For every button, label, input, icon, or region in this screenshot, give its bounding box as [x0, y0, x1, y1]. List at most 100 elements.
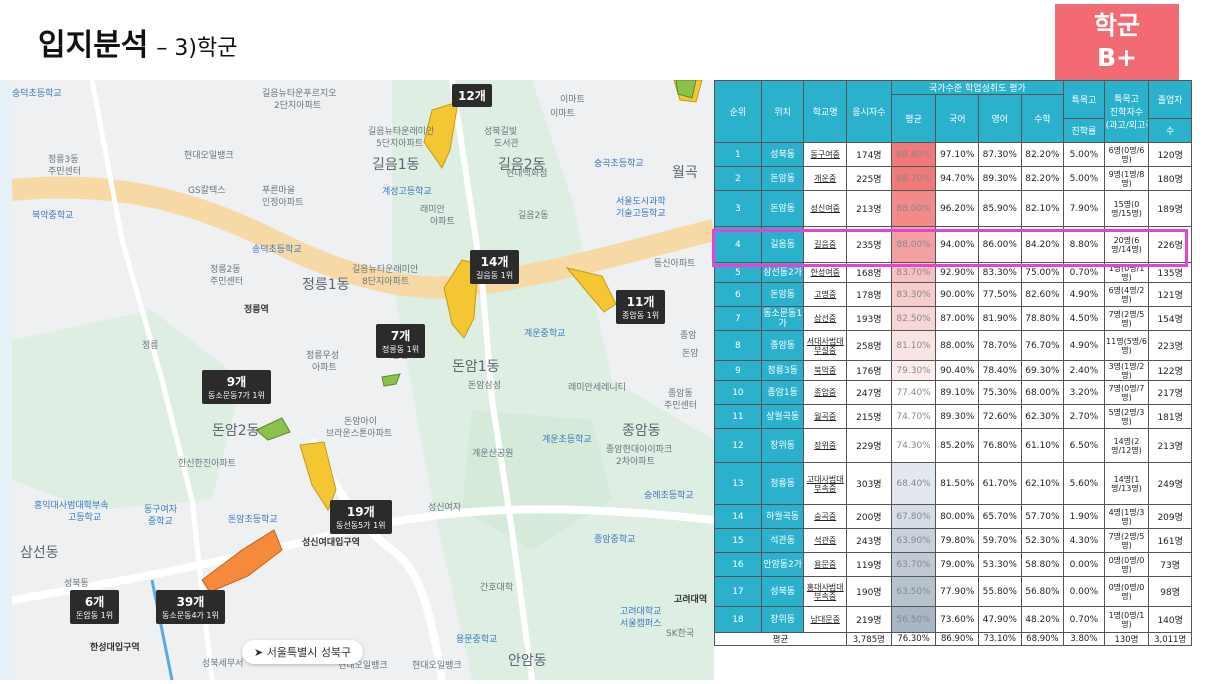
row-applicants: 119명	[846, 552, 892, 577]
row-applicants: 219명	[846, 606, 892, 633]
row-math: 52.30%	[1020, 528, 1065, 553]
map-label: 중학교	[148, 517, 173, 527]
row-special-count: 3명(1명/2명)	[1103, 360, 1150, 381]
row-rank: 3	[714, 190, 762, 227]
district-tooltip[interactable]: 9개 동소문동7가 1위	[202, 370, 271, 404]
row-applicants: 174명	[846, 142, 892, 167]
row-special-rate: 6.50%	[1063, 428, 1105, 463]
row-special-rate: 0.70%	[1063, 606, 1105, 633]
row-grads: 249명	[1148, 462, 1192, 505]
row-math: 58.80%	[1020, 552, 1065, 577]
district-tooltip[interactable]: 11개 종암동 1위	[616, 290, 666, 324]
row-rank: 14	[714, 504, 762, 529]
row-special-count: 7명(2명/5명)	[1103, 306, 1150, 331]
row-rank: 16	[714, 552, 762, 577]
table-row: 18 장위동 남대문중 219명 56.50% 73.60% 47.90% 48.20% 0.7…	[714, 606, 1192, 633]
row-grads: 98명	[1148, 576, 1192, 607]
row-rank: 2	[714, 166, 762, 191]
row-school: 고대사범대부속중	[803, 462, 847, 505]
tooltip-rank: 동선동5가 1위	[336, 521, 386, 530]
map-label: 2차아파트	[616, 457, 655, 467]
map-label: 현대오일뱅크	[412, 661, 462, 671]
district-tooltip[interactable]: 7개 정릉동 1위	[376, 324, 426, 358]
map-label: 계운초등학교	[542, 435, 592, 445]
table-row: 9 정릉3동 북악중 176명 79.30% 90.40% 78.40% 69.30% 2.40…	[714, 360, 1192, 381]
col-school: 학교명	[803, 80, 847, 143]
row-special-rate: 4.30%	[1063, 528, 1105, 553]
row-math: 61.10%	[1020, 428, 1065, 463]
table-row: 17 성북동 홍대사범대부속중 190명 63.50% 77.90% 55.80% 56.80…	[714, 576, 1192, 607]
row-kor: 94.70%	[935, 166, 980, 191]
grade-value: B+	[1096, 43, 1137, 72]
row-eng: 78.40%	[978, 360, 1022, 381]
map-label: 아파트	[430, 217, 455, 227]
row-kor: 73.60%	[935, 606, 980, 633]
map-label: 종암중학교	[594, 535, 636, 545]
row-school: 장위중	[803, 428, 847, 463]
row-special-count: 6명(4명/2명)	[1103, 282, 1150, 307]
footer-rate: 3.80%	[1063, 632, 1105, 646]
grade-badge: 학군 B+	[1055, 4, 1179, 80]
row-kor: 79.00%	[935, 552, 980, 577]
tooltip-count: 19개	[346, 505, 375, 519]
row-eng: 85.90%	[978, 190, 1022, 227]
row-school: 고명중	[803, 282, 847, 307]
row-avg: 63.50%	[890, 576, 937, 607]
row-special-count: 0명(0명/0명)	[1103, 576, 1150, 607]
table-row: 15 석관동 석관중 243명 63.90% 79.80% 59.70% 52.30% 4.30…	[714, 528, 1192, 553]
map-label: 정릉	[142, 341, 159, 351]
district-tooltip[interactable]: 6개 돈암동 1위	[70, 590, 120, 624]
map-label: 종암동	[622, 423, 661, 439]
tooltip-rank: 정릉동 1위	[382, 345, 420, 354]
district-tooltip[interactable]: 19개동선동5가 1위	[330, 500, 392, 534]
row-special-rate: 2.70%	[1063, 404, 1105, 429]
district-tooltip[interactable]: 14개 길음동 1위	[470, 250, 520, 284]
page-title: 입지분석 – 3)학군	[38, 20, 237, 64]
tooltip-count: 14개	[480, 255, 509, 269]
table-row: 5 삼선동2가 한성여중 168명 83.70% 92.90% 83.30% 75.00% 0.…	[714, 262, 1192, 283]
row-eng: 75.30%	[978, 380, 1022, 405]
row-avg: 77.40%	[890, 380, 937, 405]
table-row: 6 돈암동 고명중 178명 83.30% 90.00% 77.50% 82.60% 4.90%…	[714, 282, 1192, 307]
row-special-count: 15명(0명/15명)	[1103, 190, 1150, 227]
tooltip-count: 9개	[226, 375, 247, 389]
row-school: 종암중	[803, 380, 847, 405]
row-school: 석관중	[803, 528, 847, 553]
row-grads: 154명	[1148, 306, 1192, 331]
row-location: 돈암동	[760, 190, 805, 227]
row-kor: 90.00%	[935, 282, 980, 307]
table-row: 3 돈암동 성신여중 213명 88.00% 96.20% 85.90% 82.10% 7.90…	[714, 190, 1192, 227]
map-label: 브라운스톤아파트	[326, 429, 393, 439]
row-kor: 88.00%	[935, 330, 980, 361]
map-label: 이마트	[550, 109, 575, 119]
row-eng: 61.70%	[978, 462, 1022, 505]
row-special-count: 7명(2명/5명)	[1103, 528, 1150, 553]
district-tooltip[interactable]: 12개	[452, 84, 492, 107]
table-row: 10 종암1동 종암중 247명 77.40% 89.10% 75.30% 68.00% 3.2…	[714, 380, 1192, 405]
tooltip-rank: 종암동 1위	[622, 311, 660, 320]
row-location: 길음동	[760, 226, 805, 263]
row-grads: 180명	[1148, 166, 1192, 191]
map-view[interactable]: 길음뉴타운푸르지오 2단지아파트 길음뉴타운래미안 5단지아파트 길음1동 길음…	[12, 80, 714, 680]
row-eng: 59.70%	[978, 528, 1022, 553]
map-label: 정릉1동	[302, 277, 350, 293]
row-location: 돈암동	[760, 166, 805, 191]
row-school: 월곡중	[803, 404, 847, 429]
location-chip[interactable]: ➤ 서울특별시 성북구	[242, 640, 364, 664]
row-kor: 89.10%	[935, 380, 980, 405]
row-special-count: 5명(2명/3명)	[1103, 404, 1150, 429]
row-eng: 89.30%	[978, 166, 1022, 191]
map-label: 송덕초등학교	[252, 245, 302, 255]
row-math: 82.20%	[1020, 142, 1065, 167]
row-rank: 4	[714, 226, 762, 263]
row-grads: 217명	[1148, 380, 1192, 405]
map-label: 길음1동	[372, 157, 420, 173]
row-avg: 63.90%	[890, 528, 937, 553]
row-grads: 135명	[1148, 262, 1192, 283]
row-location: 종암동	[760, 330, 805, 361]
row-grads: 213명	[1148, 428, 1192, 463]
row-special-rate: 4.90%	[1063, 282, 1105, 307]
map-label: 기술고등학교	[616, 209, 666, 219]
district-tooltip[interactable]: 39개 동소문동4가 1위	[156, 590, 225, 624]
row-special-rate: 2.40%	[1063, 360, 1105, 381]
